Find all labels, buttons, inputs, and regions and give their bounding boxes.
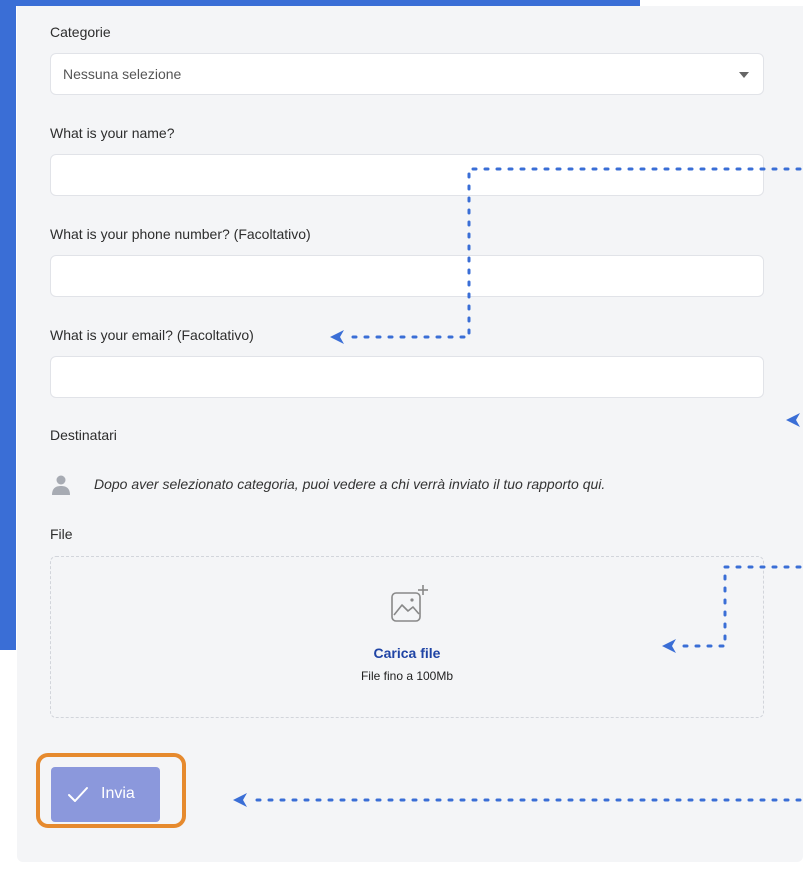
categories-select[interactable]: Nessuna selezione [50, 53, 764, 95]
file-dropzone[interactable]: Carica file File fino a 100Mb [50, 556, 764, 718]
email-input[interactable] [50, 356, 764, 398]
name-label: What is your name? [50, 125, 175, 141]
chevron-down-icon [739, 72, 749, 78]
check-icon [68, 787, 88, 802]
categories-selected-value: Nessuna selezione [63, 66, 182, 82]
submit-button[interactable]: Invia [51, 767, 160, 822]
upload-file-link[interactable]: Carica file [51, 645, 763, 661]
upload-size-limit: File fino a 100Mb [360, 669, 454, 683]
submit-label: Invia [101, 785, 135, 802]
phone-input[interactable] [50, 255, 764, 297]
person-icon [52, 475, 70, 495]
recipients-placeholder: Dopo aver selezionato categoria, puoi ve… [50, 474, 750, 496]
recipients-note: Dopo aver selezionato categoria, puoi ve… [94, 476, 606, 492]
email-label: What is your email? (Facoltativo) [50, 327, 254, 343]
phone-label: What is your phone number? (Facoltativo) [50, 226, 311, 242]
brand-background-strip [0, 0, 16, 650]
image-upload-icon [391, 585, 428, 622]
categories-label: Categorie [50, 24, 111, 40]
file-label: File [50, 526, 73, 542]
name-input[interactable] [50, 154, 764, 196]
recipients-label: Destinatari [50, 427, 117, 443]
